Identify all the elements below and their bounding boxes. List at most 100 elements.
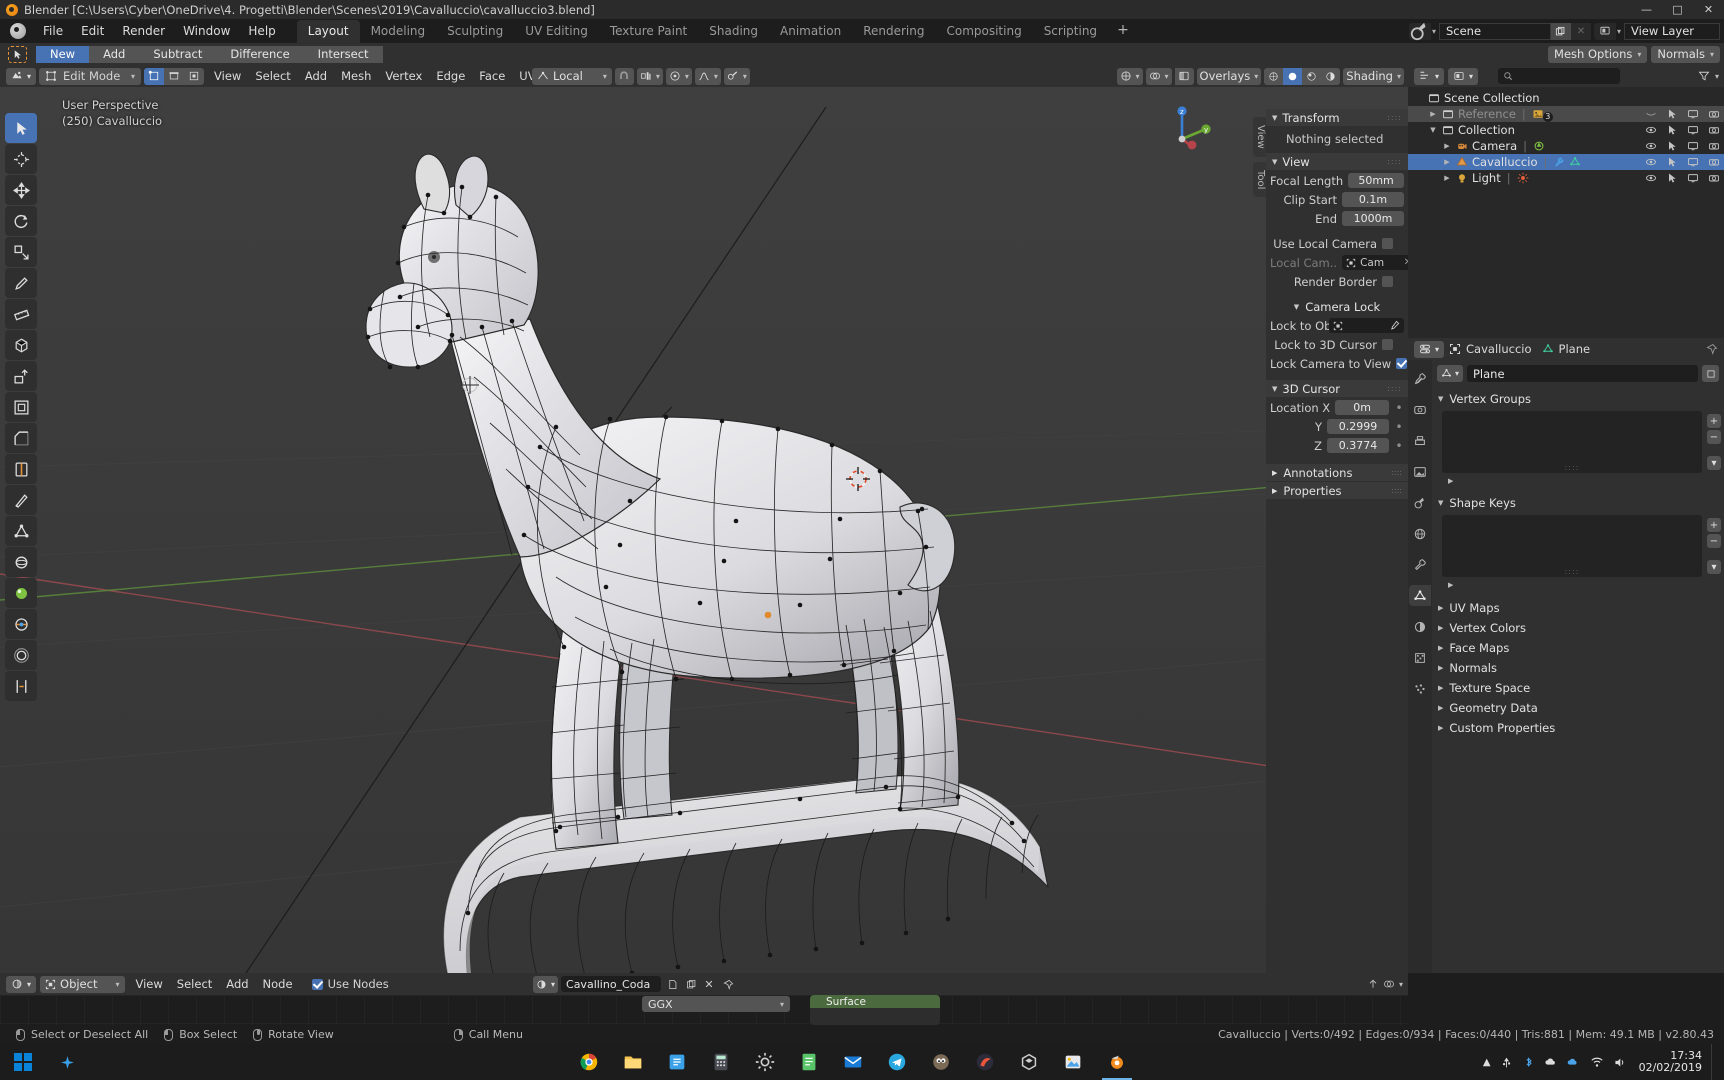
inset-faces-tool[interactable] (5, 392, 37, 422)
mirror-dropdown[interactable]: ▾ (723, 67, 750, 85)
remove-shape-key-button[interactable]: − (1707, 534, 1721, 548)
light-data-icon[interactable] (1517, 172, 1529, 184)
clock[interactable]: 17:34 02/02/2019 (1639, 1050, 1702, 1074)
outliner-search-input[interactable] (1498, 68, 1620, 84)
pin-icon[interactable] (719, 976, 737, 992)
disclosure-triangle-icon[interactable]: ▶ (1442, 158, 1452, 166)
eyedropper-icon[interactable] (1389, 320, 1400, 331)
add-cube-tool[interactable] (5, 330, 37, 360)
edge-select-icon[interactable] (164, 67, 185, 85)
overlays-label-block[interactable]: Overlays ▾ (1196, 67, 1262, 85)
world-tab[interactable] (1409, 523, 1431, 544)
pin-icon[interactable] (1706, 343, 1718, 355)
onedrive-icon[interactable] (1567, 1055, 1581, 1069)
disclosure-triangle-icon[interactable]: ▼ (1428, 126, 1438, 134)
menu-help[interactable]: Help (239, 21, 284, 41)
monitor-icon[interactable] (1687, 140, 1699, 152)
vertex-select-icon[interactable] (144, 67, 165, 85)
camera-icon[interactable] (1708, 108, 1720, 120)
workspace-tab-animation[interactable]: Animation (769, 20, 852, 43)
vertex-groups-expand-row[interactable]: ▶ (1442, 474, 1702, 488)
disclosure-triangle-icon[interactable]: ▶ (1442, 174, 1452, 182)
edge-slide-tool[interactable] (5, 609, 37, 639)
vertex-groups-section-header[interactable]: ▼ Vertex Groups (1432, 390, 1724, 408)
material-tab[interactable] (1409, 616, 1431, 637)
navigation-gizmo[interactable]: z y (1162, 99, 1218, 155)
maximize-button[interactable]: □ (1662, 0, 1693, 19)
outliner-editor-type-icon[interactable]: ▾ (1414, 67, 1445, 85)
viewport-menu-face[interactable]: Face (472, 67, 512, 85)
xray-icon[interactable] (1174, 67, 1194, 85)
material-name-field[interactable]: Cavallino_Coda (561, 976, 662, 992)
knife-tool[interactable] (5, 485, 37, 515)
arrow-icon[interactable] (1666, 124, 1678, 136)
mesh-data-icon[interactable] (1569, 156, 1581, 168)
workspace-tab-texture-paint[interactable]: Texture Paint (599, 20, 698, 43)
shape-keys-expand-row[interactable]: ▶ (1442, 578, 1702, 592)
clip-start-value[interactable]: 0.1m (1342, 192, 1404, 207)
ggx-dropdown[interactable]: GGX ▾ (642, 996, 790, 1012)
monitor-icon[interactable] (1687, 108, 1699, 120)
filter-icon[interactable] (1698, 70, 1710, 82)
outliner-row-light[interactable]: ▶ Light | (1408, 170, 1724, 186)
scene-selector[interactable]: ▾ Scene ✕ (1408, 22, 1591, 41)
tweak-tool-icon[interactable] (8, 45, 27, 63)
viewport-menu-select[interactable]: Select (248, 67, 297, 85)
particles-tab[interactable] (1409, 678, 1431, 699)
image-icon[interactable] (1532, 108, 1544, 120)
usb-icon[interactable] (1500, 1056, 1513, 1069)
bool-op-subtract[interactable]: Subtract (139, 45, 217, 63)
taskbar-mail-icon[interactable] (832, 1044, 874, 1080)
vertex-groups-list[interactable]: :::: (1442, 411, 1702, 473)
chevron-up-icon[interactable]: ▲ (1483, 1057, 1491, 1068)
surface-node[interactable]: Surface (810, 995, 940, 1025)
orientation-dropdown[interactable]: Local ▾ (532, 67, 612, 85)
eye-icon[interactable] (1645, 156, 1657, 168)
start-button[interactable] (0, 1044, 46, 1080)
taskbar-settings-icon[interactable] (744, 1044, 786, 1080)
viewport-menu-add[interactable]: Add (298, 67, 334, 85)
menu-window[interactable]: Window (174, 21, 239, 41)
closed-eye-icon[interactable] (1645, 108, 1657, 120)
remove-vertex-group-button[interactable]: − (1707, 430, 1721, 444)
chevron-down-icon[interactable]: ▾ (1399, 980, 1403, 989)
snap-up-icon[interactable] (1367, 978, 1379, 990)
tweak-tool[interactable] (5, 113, 37, 143)
eye-icon[interactable] (1645, 172, 1657, 184)
animate-property-dot[interactable]: • (1394, 439, 1404, 453)
rendered-shading-icon[interactable] (1321, 67, 1341, 85)
overlays-dropdown[interactable]: ▾ (1145, 67, 1172, 85)
breadcrumb-item-plane[interactable]: Plane (1542, 342, 1590, 356)
taskbar-store-icon[interactable] (656, 1044, 698, 1080)
arrow-icon[interactable] (1666, 140, 1678, 152)
transform-panel-header[interactable]: ▼ Transform :::: (1266, 109, 1408, 126)
eye-icon[interactable] (1645, 140, 1657, 152)
monitor-icon[interactable] (1687, 156, 1699, 168)
outliner-row-reference[interactable]: ▶ Reference | 3 (1408, 106, 1724, 122)
properties-panel-header[interactable]: ▶ Properties :::: (1266, 482, 1408, 499)
bool-op-new[interactable]: New (36, 45, 90, 63)
solid-shading-icon[interactable] (1283, 67, 1303, 85)
monitor-icon[interactable] (1687, 172, 1699, 184)
shader-type-dropdown[interactable]: Object ▾ (40, 975, 125, 993)
add-vertex-group-button[interactable]: + (1707, 414, 1721, 428)
workspace-tab-uv-editing[interactable]: UV Editing (514, 20, 599, 43)
use-nodes-checkbox[interactable] (311, 978, 323, 990)
clip-end-value[interactable]: 1000m (1342, 211, 1404, 226)
modifier-icon[interactable] (1553, 156, 1565, 168)
scene-name-field[interactable]: Scene (1438, 22, 1551, 40)
outliner-row-cavalluccio[interactable]: ▶ Cavalluccio | (1408, 154, 1724, 170)
taskbar-chrome-icon[interactable] (568, 1044, 610, 1080)
workspace-tab-modeling[interactable]: Modeling (360, 20, 437, 43)
taskbar-file-explorer-icon[interactable] (612, 1044, 654, 1080)
smooth-tool[interactable] (5, 578, 37, 608)
material-preview-shading-icon[interactable] (1302, 67, 1322, 85)
properties-section-custom-properties[interactable]: ▶ Custom Properties (1432, 718, 1724, 738)
blender-menu-icon[interactable] (10, 23, 26, 39)
mesh-data-name-field[interactable]: Plane (1467, 365, 1698, 382)
lock-camera-to-view-checkbox[interactable] (1396, 358, 1408, 369)
texture-tab[interactable] (1409, 647, 1431, 668)
mesh-data-icon[interactable]: ▾ (1437, 365, 1463, 382)
camera-lock-panel-header[interactable]: ▼ Camera Lock (1266, 298, 1408, 315)
cursor-tool[interactable] (5, 144, 37, 174)
